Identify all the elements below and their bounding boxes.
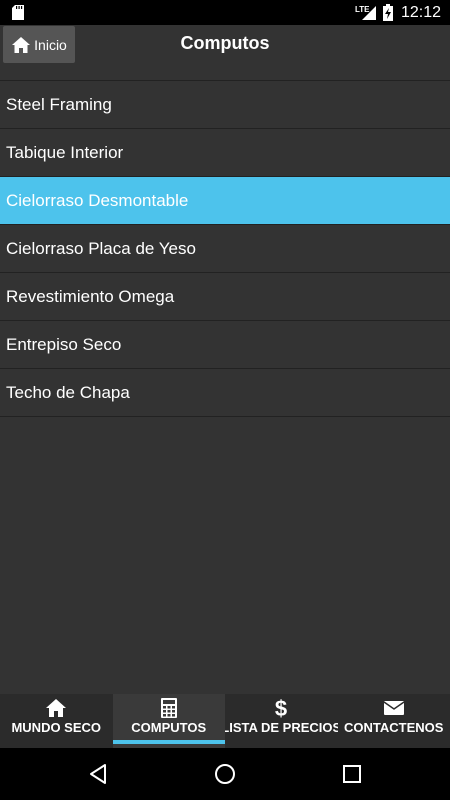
home-circle-icon[interactable] <box>213 762 237 786</box>
list-item-tabique-interior[interactable]: Tabique Interior <box>0 129 450 177</box>
dollar-icon: $ <box>275 698 287 718</box>
tab-computos[interactable]: COMPUTOS <box>112 694 225 748</box>
recents-square-icon[interactable] <box>340 762 364 786</box>
back-button-label: Inicio <box>34 36 67 53</box>
header: Computos Inicio <box>0 25 450 80</box>
signal-icon <box>362 6 376 20</box>
list-item-label: Steel Framing <box>6 94 112 114</box>
list-item-label: Techo de Chapa <box>6 382 130 402</box>
tab-label: LISTA DE PRECIOS <box>225 720 338 735</box>
envelope-icon <box>383 701 405 715</box>
tab-contactenos[interactable]: CONTACTENOS <box>338 694 450 748</box>
tab-mundo-seco[interactable]: MUNDO SECO <box>0 694 113 748</box>
tab-lista-de-precios[interactable]: $ LISTA DE PRECIOS <box>225 694 338 748</box>
list-item-revestimiento-omega[interactable]: Revestimiento Omega <box>0 273 450 321</box>
bottom-tab-bar: MUNDO SECO COMPUTOS $ LISTA DE PRECIOS C… <box>0 694 450 748</box>
tab-label: MUNDO SECO <box>11 720 102 735</box>
system-nav-bar <box>0 748 450 800</box>
list-item-techo-de-chapa[interactable]: Techo de Chapa <box>0 369 450 417</box>
list-item-label: Cielorraso Placa de Yeso <box>6 238 196 258</box>
list-item-label: Cielorraso Desmontable <box>6 190 189 210</box>
calculator-icon <box>160 698 177 718</box>
tab-label: COMPUTOS <box>131 720 207 735</box>
svg-text:$: $ <box>275 698 287 718</box>
home-icon <box>12 36 31 53</box>
list-item-entrepiso-seco[interactable]: Entrepiso Seco <box>0 321 450 369</box>
tab-label: CONTACTENOS <box>344 720 444 735</box>
battery-charging-icon <box>383 4 393 21</box>
back-button[interactable]: Inicio <box>3 26 75 63</box>
list-item-cielorraso-desmontable[interactable]: Cielorraso Desmontable <box>0 177 450 225</box>
back-triangle-icon[interactable] <box>86 762 110 786</box>
status-time: 12:12 <box>401 4 442 21</box>
computos-list: Steel Framing Tabique Interior Cielorras… <box>0 80 450 417</box>
list-item-label: Tabique Interior <box>6 142 124 162</box>
home-icon <box>46 699 67 717</box>
list-item-steel-framing[interactable]: Steel Framing <box>0 81 450 129</box>
active-tab-indicator <box>112 740 225 744</box>
list-item-cielorraso-placa-de-yeso[interactable]: Cielorraso Placa de Yeso <box>0 225 450 273</box>
status-bar: LTE 12:12 <box>0 0 450 25</box>
sd-card-icon <box>12 5 24 20</box>
list-item-label: Revestimiento Omega <box>6 286 175 306</box>
list-item-label: Entrepiso Seco <box>6 334 122 354</box>
